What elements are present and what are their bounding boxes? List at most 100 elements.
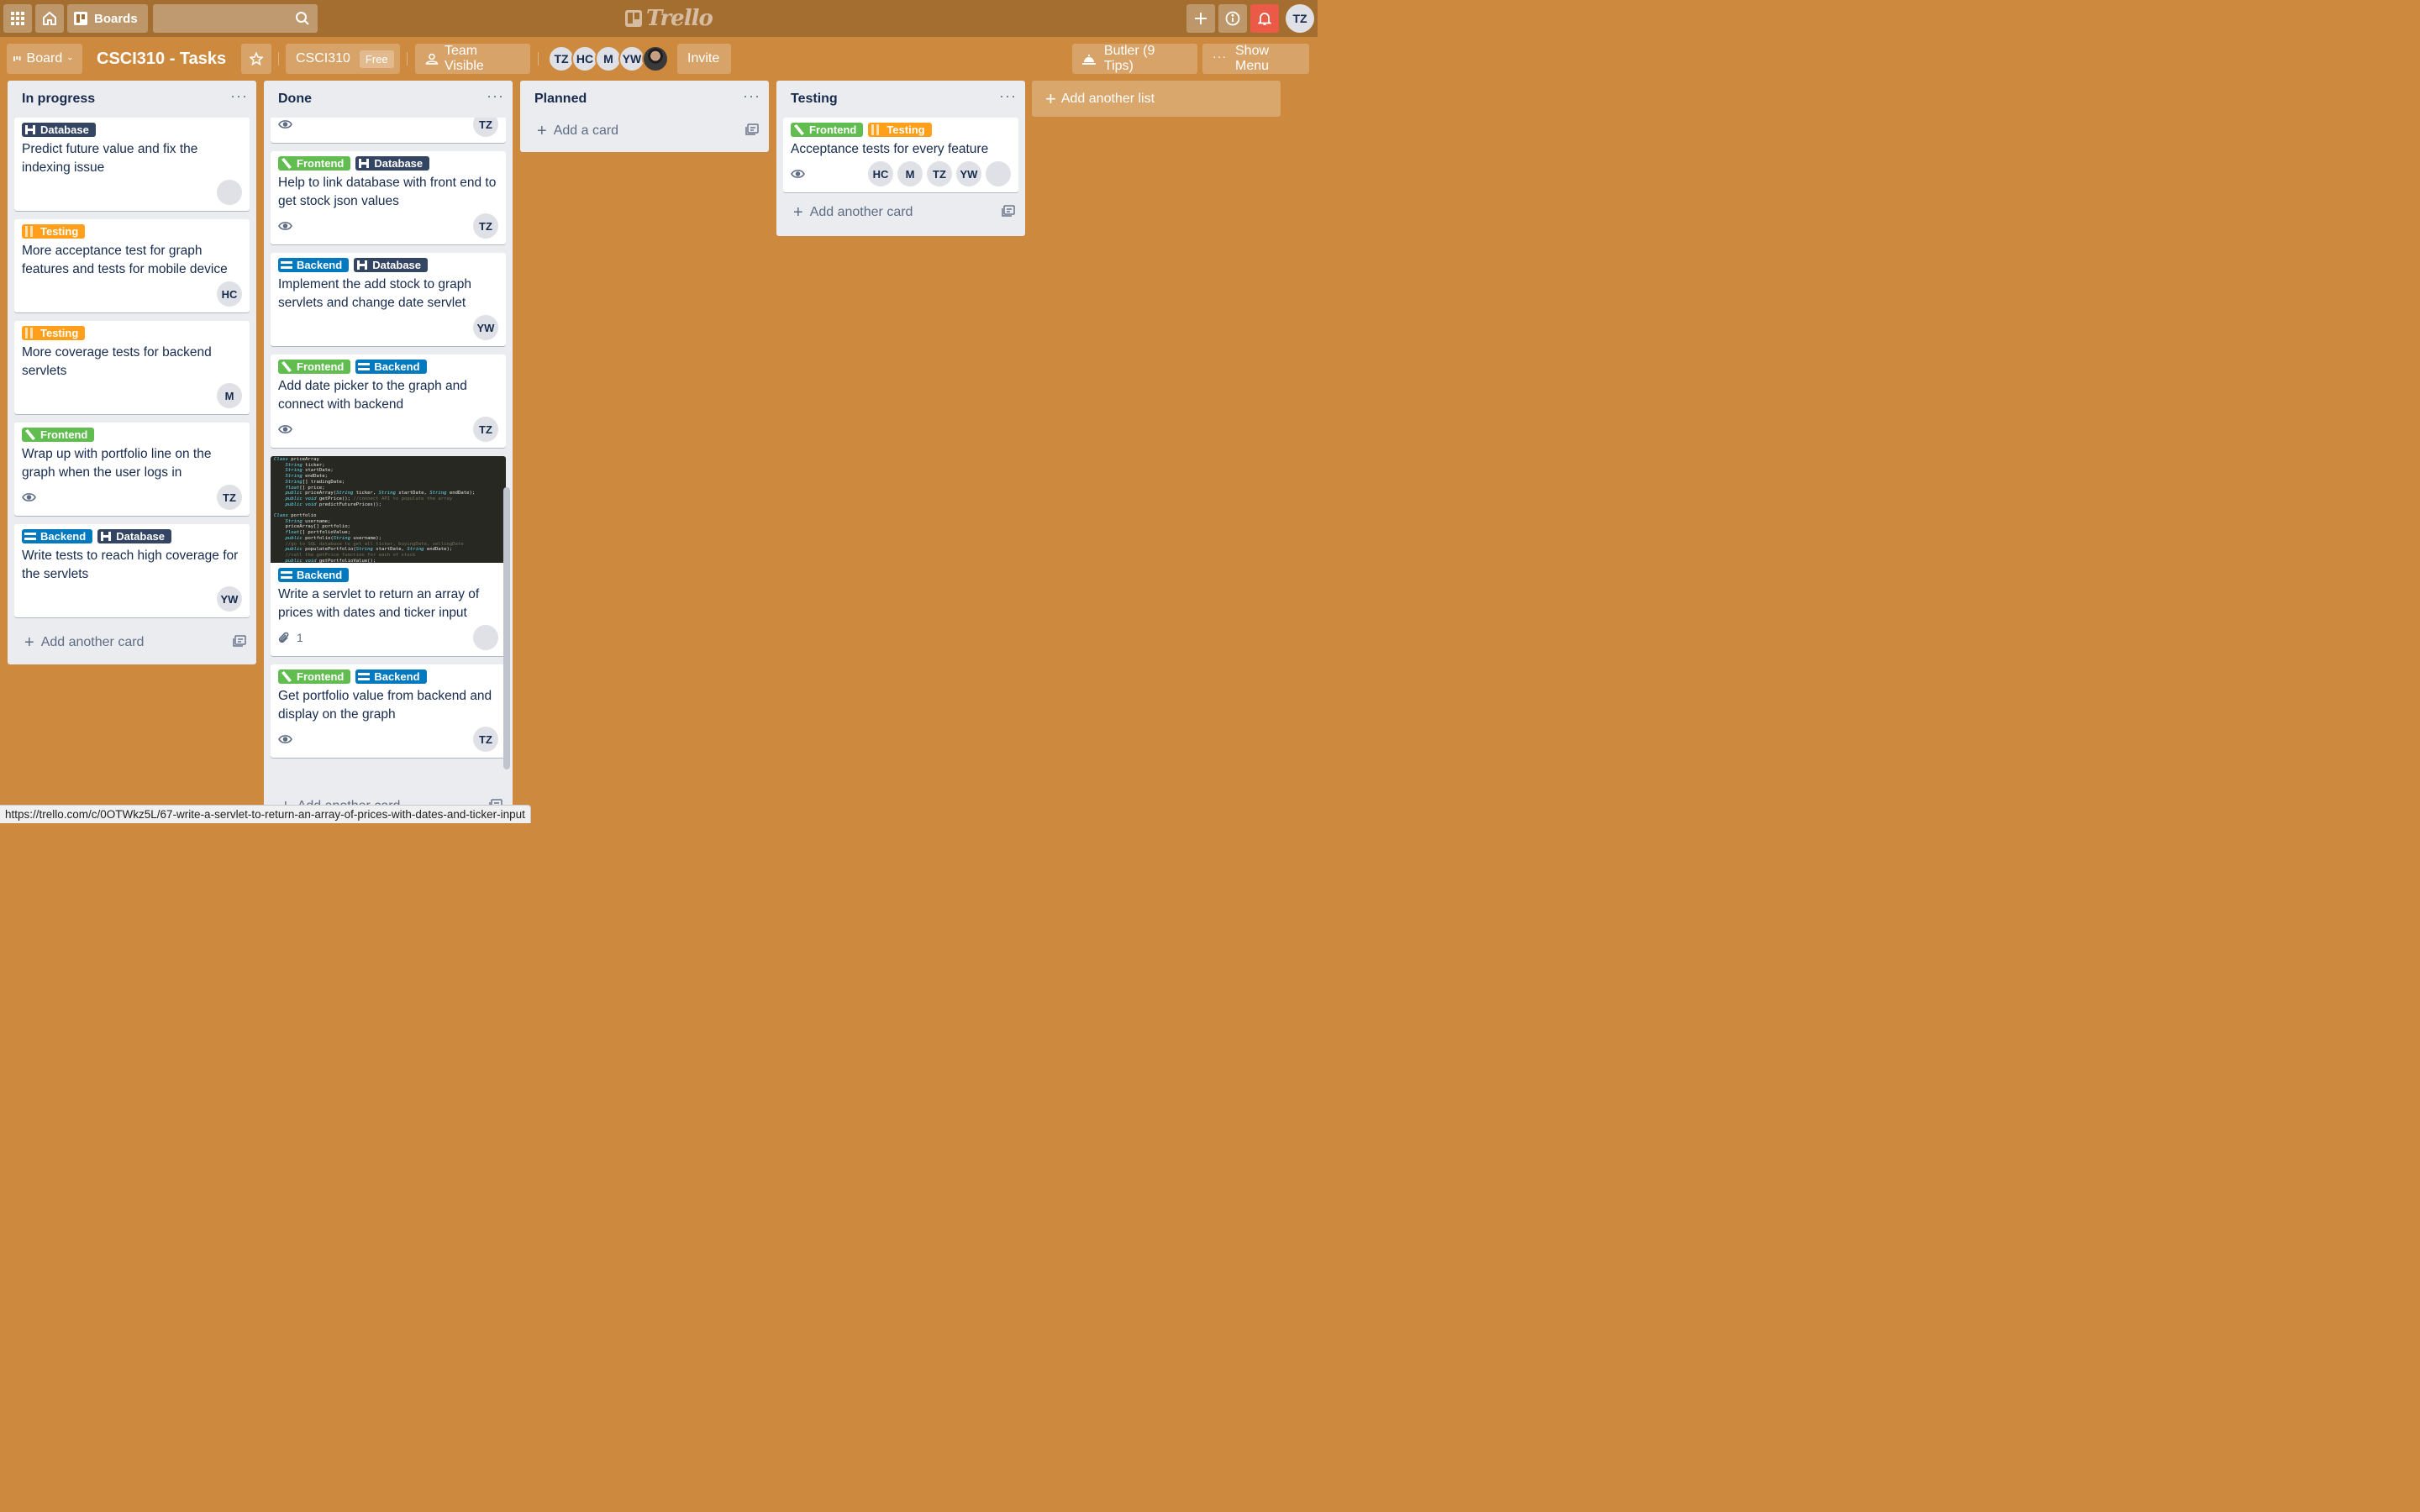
list-menu-icon[interactable]: ··· xyxy=(230,87,248,112)
card-label-testing[interactable]: Testing xyxy=(868,123,932,137)
card-member-avatar[interactable]: YW xyxy=(473,315,498,340)
card-template-icon xyxy=(745,123,759,135)
card-member-avatar[interactable]: TZ xyxy=(473,118,498,137)
add-card-button[interactable]: + Add a card xyxy=(520,114,769,148)
info-button[interactable] xyxy=(1218,4,1247,33)
card-title: Wrap up with portfolio line on the graph… xyxy=(22,447,212,480)
list-title[interactable]: Done xyxy=(278,92,312,107)
card-label-frontend[interactable]: Frontend xyxy=(791,123,864,137)
card[interactable]: Frontend Database Help to link database wi… xyxy=(271,151,506,244)
list-title[interactable]: Planned xyxy=(534,92,587,107)
card-label-frontend[interactable]: Frontend xyxy=(278,156,351,171)
card[interactable]: Testing More coverage tests for backend s… xyxy=(14,321,250,414)
database-label-icon xyxy=(359,159,370,168)
board-view-switcher[interactable]: Board xyxy=(7,44,82,74)
template-icon[interactable] xyxy=(1002,204,1015,221)
board-view-icon xyxy=(13,56,21,61)
list-menu-icon[interactable]: ··· xyxy=(999,87,1017,112)
card-member-avatar[interactable]: TZ xyxy=(473,727,498,752)
card-label-backend[interactable]: Backend xyxy=(22,529,93,543)
card-label-backend[interactable]: Backend xyxy=(355,360,427,374)
card[interactable]: Testing More acceptance test for graph fe… xyxy=(14,219,250,312)
board-header: Board CSCI310 - Tasks CSCI310 Free Team … xyxy=(0,44,1318,74)
list-title[interactable]: In progress xyxy=(22,92,95,107)
list-title[interactable]: Testing xyxy=(791,92,838,107)
card[interactable]: Backend Database Implement the add stock t… xyxy=(271,253,506,346)
card-label-frontend[interactable]: Frontend xyxy=(278,669,351,684)
boards-button[interactable]: Boards xyxy=(67,4,148,33)
top-header: Boards Trello TZ xyxy=(0,0,1318,37)
team-button[interactable]: CSCI310 Free xyxy=(286,44,400,74)
card-member-avatar[interactable]: TZ xyxy=(473,213,498,239)
create-button[interactable] xyxy=(1186,4,1215,33)
card-label-frontend[interactable]: Frontend xyxy=(278,360,351,374)
card-member-avatar[interactable]: TZ xyxy=(927,161,952,186)
card[interactable]: Frontend Backend Get portfolio value from … xyxy=(271,664,506,758)
add-card-button[interactable]: + Add another card xyxy=(8,626,256,659)
add-list-button[interactable]: + Add another list xyxy=(1032,81,1281,117)
add-card-button[interactable]: + Add another card xyxy=(776,196,1025,229)
card-member-avatar[interactable]: YW xyxy=(956,161,981,186)
card[interactable]: Frontend Backend Add date picker to the gr… xyxy=(271,354,506,448)
card-badges: HC M TZ YW xyxy=(791,160,1011,187)
show-menu-button[interactable]: ··· Show Menu xyxy=(1202,44,1309,74)
card-label-database[interactable]: Database xyxy=(354,258,429,272)
card-label-database[interactable]: Database xyxy=(355,156,430,171)
card-member-avatar[interactable]: M xyxy=(897,161,923,186)
card-label-backend[interactable]: Backend xyxy=(278,568,350,582)
card-label-backend[interactable]: Backend xyxy=(278,258,350,272)
card-member-avatar[interactable]: TZ xyxy=(217,485,242,510)
card[interactable]: Frontend Wrap up with portfolio line on t… xyxy=(14,423,250,516)
card-member-avatar[interactable]: TZ xyxy=(473,417,498,442)
list-menu-icon[interactable]: ··· xyxy=(487,87,504,112)
card-labels: Frontend Testing xyxy=(791,123,1011,137)
user-avatar[interactable]: TZ xyxy=(1286,4,1314,33)
label-text: Database xyxy=(372,259,422,271)
card-member-avatar[interactable]: HC xyxy=(868,161,893,186)
card-member-avatar-photo[interactable] xyxy=(986,161,1011,186)
list-scrollbar[interactable] xyxy=(503,487,510,769)
label-text: Frontend xyxy=(809,123,857,136)
template-icon[interactable] xyxy=(745,123,759,139)
butler-button[interactable]: Butler (9 Tips) xyxy=(1072,44,1197,74)
star-button[interactable] xyxy=(241,44,271,74)
search-input[interactable] xyxy=(152,4,318,33)
card-label-frontend[interactable]: Frontend xyxy=(22,428,95,442)
plus-icon: + xyxy=(1045,87,1056,109)
card-label-database[interactable]: Database xyxy=(97,529,172,543)
card-member-avatar-photo[interactable] xyxy=(473,625,498,650)
card-label-testing[interactable]: Testing xyxy=(22,224,86,239)
notifications-button[interactable] xyxy=(1250,4,1279,33)
butler-label: Butler (9 Tips) xyxy=(1103,44,1155,73)
watch-icon xyxy=(278,222,292,230)
card[interactable]: Database Predict future value and fix the… xyxy=(14,118,250,211)
card[interactable]: Class priceArray String ticker; String s… xyxy=(271,456,506,656)
home-button[interactable] xyxy=(35,4,64,33)
card-member-avatar[interactable]: YW xyxy=(217,586,242,612)
invite-button[interactable]: Invite xyxy=(677,44,731,74)
plus-icon: + xyxy=(24,633,34,652)
card[interactable]: TZ xyxy=(271,118,506,143)
card-label-testing[interactable]: Testing xyxy=(22,326,86,340)
card-badges: TZ xyxy=(278,118,498,138)
visibility-label: Team Visible xyxy=(444,44,484,73)
visibility-button[interactable]: Team Visible xyxy=(415,44,530,74)
board-view-label: Board xyxy=(26,51,63,66)
card-template-icon xyxy=(1002,204,1015,217)
card-member-avatar[interactable]: M xyxy=(217,383,242,408)
card-member-avatar-photo[interactable] xyxy=(217,180,242,205)
label-text: Backend xyxy=(297,259,343,271)
template-icon[interactable] xyxy=(233,634,246,651)
board-title[interactable]: CSCI310 - Tasks xyxy=(97,44,226,74)
apps-menu-button[interactable] xyxy=(3,4,32,33)
member-avatar-photo[interactable] xyxy=(642,45,669,72)
team-name: CSCI310 xyxy=(296,51,350,66)
list-menu-icon[interactable]: ··· xyxy=(743,87,760,112)
card-label-backend[interactable]: Backend xyxy=(355,669,427,684)
card-member-avatar[interactable]: HC xyxy=(217,281,242,307)
card[interactable]: Frontend Testing Acceptance tests for ever… xyxy=(783,118,1018,192)
database-label-icon xyxy=(101,532,112,541)
card-labels: Backend Database xyxy=(278,258,498,272)
card[interactable]: Backend Database Write tests to reach high… xyxy=(14,524,250,617)
card-label-database[interactable]: Database xyxy=(22,123,96,137)
